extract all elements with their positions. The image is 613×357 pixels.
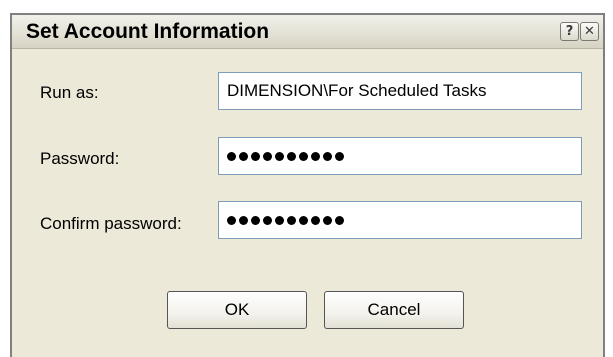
ok-button[interactable]: OK	[167, 291, 307, 329]
password-label: Password:	[40, 149, 120, 168]
password-dot	[227, 151, 236, 161]
confirm-password-mask	[227, 202, 347, 238]
password-dot	[335, 215, 344, 225]
password-dot	[239, 215, 248, 225]
password-dot	[311, 151, 320, 161]
password-dot	[263, 151, 272, 161]
password-dot	[299, 215, 308, 225]
password-dot	[275, 215, 284, 225]
password-dot	[263, 215, 272, 225]
title-bar[interactable]: Set Account Information ? ✕	[12, 15, 603, 49]
dialog-title: Set Account Information	[26, 20, 270, 43]
password-dot	[251, 151, 260, 161]
password-dot	[287, 151, 296, 161]
password-dot	[335, 151, 344, 161]
password-dot	[251, 215, 260, 225]
help-icon[interactable]: ?	[560, 22, 579, 41]
confirm-password-label: Confirm password:	[40, 214, 182, 233]
run-as-field[interactable]: DIMENSION\For Scheduled Tasks	[218, 72, 582, 110]
run-as-label: Run as:	[40, 83, 99, 102]
password-dot	[323, 215, 332, 225]
password-dot	[323, 151, 332, 161]
cancel-button[interactable]: Cancel	[324, 291, 464, 329]
password-mask	[227, 138, 347, 174]
password-dot	[227, 215, 236, 225]
password-dot	[275, 151, 284, 161]
confirm-password-field[interactable]	[218, 201, 582, 239]
password-dot	[287, 215, 296, 225]
password-field[interactable]	[218, 137, 582, 175]
password-dot	[239, 151, 248, 161]
password-dot	[311, 215, 320, 225]
password-dot	[299, 151, 308, 161]
close-icon[interactable]: ✕	[580, 22, 599, 41]
set-account-dialog: Set Account Information ? ✕ Run as: DIME…	[10, 13, 605, 357]
